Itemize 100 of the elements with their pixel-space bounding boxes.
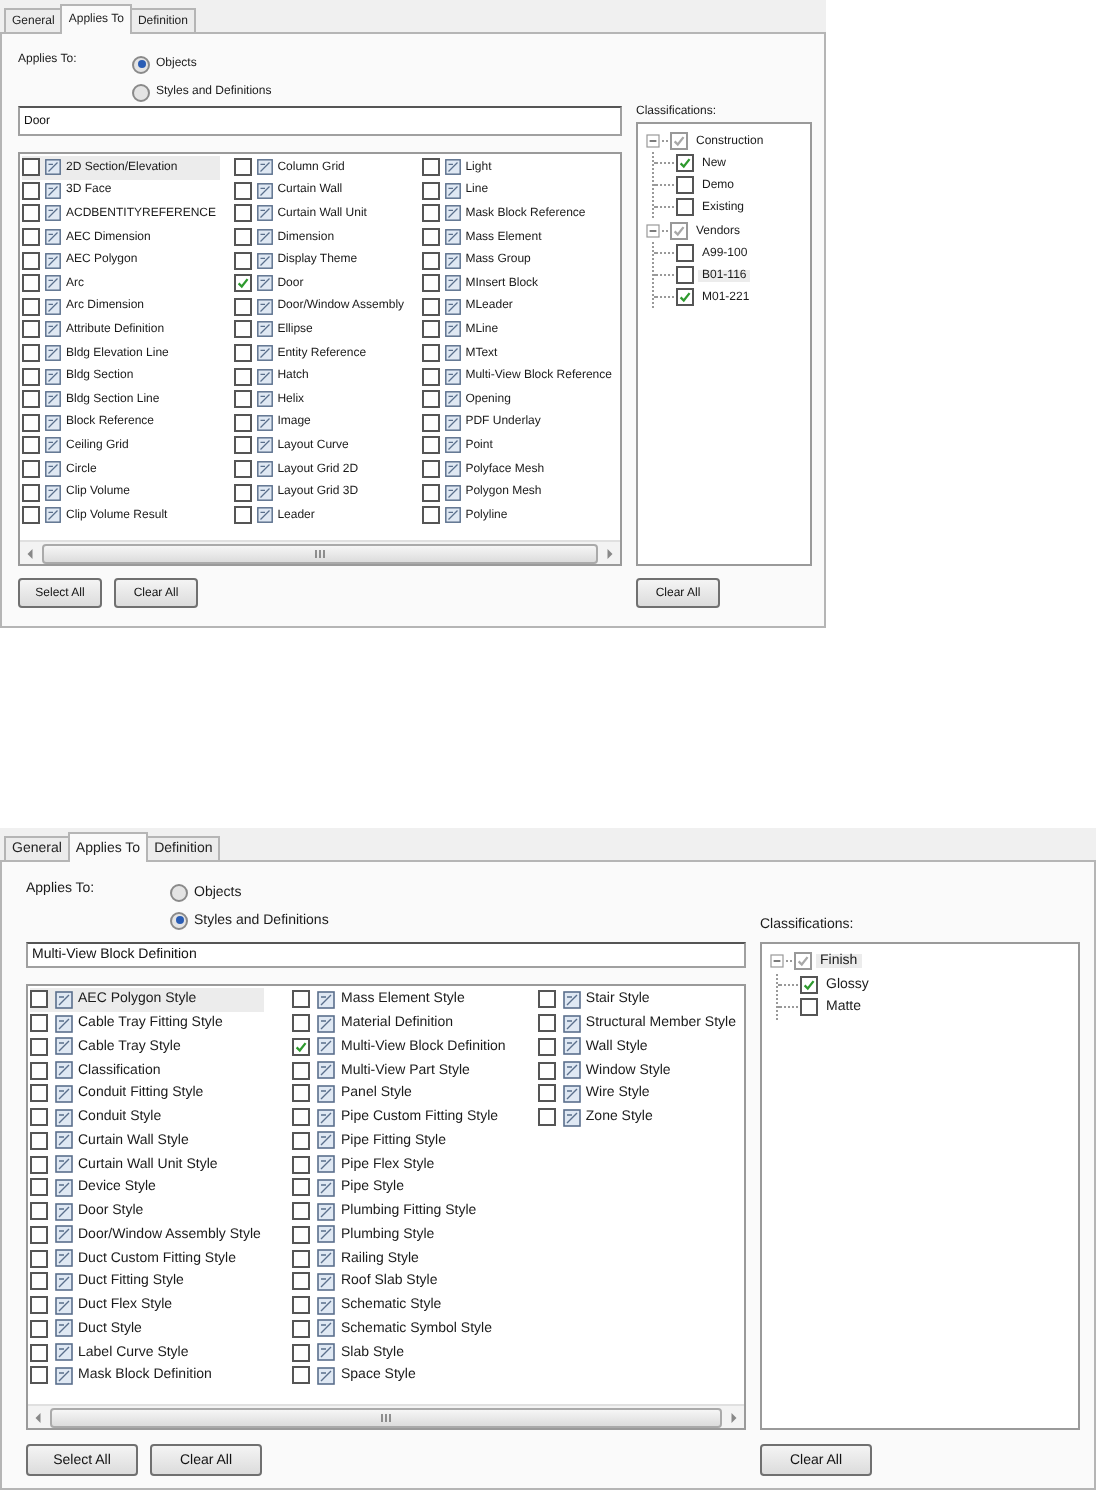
checkbox[interactable] xyxy=(30,990,48,1009)
checkbox[interactable] xyxy=(676,288,694,306)
checkbox[interactable] xyxy=(30,1014,48,1033)
checkbox[interactable] xyxy=(233,297,252,316)
checkbox[interactable] xyxy=(233,413,252,432)
checkbox[interactable] xyxy=(30,1343,48,1362)
radio-button[interactable] xyxy=(132,83,150,101)
checkbox[interactable] xyxy=(537,1108,556,1127)
checkbox[interactable] xyxy=(30,1249,48,1268)
checkbox[interactable] xyxy=(421,228,440,247)
checkbox[interactable] xyxy=(30,1296,48,1315)
checkbox[interactable] xyxy=(30,1061,48,1080)
checkbox[interactable] xyxy=(421,158,440,177)
checkbox[interactable] xyxy=(421,251,440,270)
checkbox[interactable] xyxy=(421,320,440,339)
checkbox[interactable] xyxy=(421,460,440,479)
checkbox[interactable] xyxy=(233,367,252,386)
checkbox[interactable] xyxy=(30,1131,48,1150)
checkbox[interactable] xyxy=(22,274,40,293)
checkbox[interactable] xyxy=(421,436,440,455)
checkbox[interactable] xyxy=(292,1202,311,1221)
checkbox[interactable] xyxy=(30,1272,48,1291)
checkbox[interactable] xyxy=(670,132,688,150)
checkbox[interactable] xyxy=(22,413,40,432)
checkbox[interactable] xyxy=(233,436,252,455)
checkbox[interactable] xyxy=(292,1343,311,1362)
checkbox[interactable] xyxy=(421,344,440,363)
checkbox[interactable] xyxy=(233,320,252,339)
checkbox[interactable] xyxy=(292,1296,311,1315)
checkbox[interactable] xyxy=(22,204,40,223)
checkbox[interactable] xyxy=(22,320,40,339)
checkbox[interactable] xyxy=(30,1319,48,1338)
checkbox[interactable] xyxy=(676,266,694,284)
checkbox[interactable] xyxy=(537,990,556,1009)
checkbox[interactable] xyxy=(233,483,252,502)
checkbox[interactable] xyxy=(670,222,688,240)
checkbox[interactable] xyxy=(30,1178,48,1197)
checkbox[interactable] xyxy=(22,436,40,455)
checkbox[interactable] xyxy=(233,204,252,223)
checkbox[interactable] xyxy=(421,297,440,316)
checkbox[interactable] xyxy=(233,274,252,293)
checkbox[interactable] xyxy=(676,198,694,216)
checkbox[interactable] xyxy=(22,367,40,386)
checkbox[interactable] xyxy=(22,158,40,177)
horizontal-scrollbar[interactable] xyxy=(28,1404,744,1428)
checkbox[interactable] xyxy=(22,181,40,200)
horizontal-scrollbar[interactable] xyxy=(20,540,620,564)
radio-button[interactable] xyxy=(132,55,150,73)
checkbox[interactable] xyxy=(676,176,694,194)
checkbox[interactable] xyxy=(800,975,818,994)
checkbox[interactable] xyxy=(421,483,440,502)
checkbox[interactable] xyxy=(292,1178,311,1197)
checkbox[interactable] xyxy=(22,344,40,363)
collapse-icon[interactable] xyxy=(646,134,660,148)
checkbox[interactable] xyxy=(233,460,252,479)
checkbox[interactable] xyxy=(292,1155,311,1174)
checkbox[interactable] xyxy=(30,1084,48,1103)
checkbox[interactable] xyxy=(537,1037,556,1056)
collapse-icon[interactable] xyxy=(646,224,660,238)
checkbox[interactable] xyxy=(233,228,252,247)
checkbox[interactable] xyxy=(421,204,440,223)
checkbox[interactable] xyxy=(30,1202,48,1221)
checkbox[interactable] xyxy=(421,367,440,386)
radio-button[interactable] xyxy=(170,883,188,901)
checkbox[interactable] xyxy=(292,1014,311,1033)
checkbox[interactable] xyxy=(421,181,440,200)
checkbox[interactable] xyxy=(292,1225,311,1244)
checkbox[interactable] xyxy=(676,154,694,172)
checkbox[interactable] xyxy=(233,181,252,200)
checkbox[interactable] xyxy=(676,244,694,262)
checkbox[interactable] xyxy=(233,158,252,177)
checkbox[interactable] xyxy=(800,998,818,1017)
checkbox[interactable] xyxy=(30,1155,48,1174)
checkbox[interactable] xyxy=(537,1084,556,1103)
checkbox[interactable] xyxy=(537,1061,556,1080)
checkbox[interactable] xyxy=(421,390,440,409)
checkbox[interactable] xyxy=(233,251,252,270)
checkbox[interactable] xyxy=(292,1131,311,1150)
checkbox[interactable] xyxy=(22,228,40,247)
checkbox[interactable] xyxy=(292,1084,311,1103)
checkbox[interactable] xyxy=(233,344,252,363)
checkbox[interactable] xyxy=(30,1108,48,1127)
radio-button[interactable] xyxy=(170,911,188,929)
checkbox[interactable] xyxy=(233,390,252,409)
checkbox[interactable] xyxy=(30,1037,48,1056)
checkbox[interactable] xyxy=(292,1037,311,1056)
checkbox[interactable] xyxy=(537,1014,556,1033)
collapse-icon[interactable] xyxy=(770,954,784,969)
checkbox[interactable] xyxy=(22,251,40,270)
checkbox[interactable] xyxy=(22,390,40,409)
checkbox[interactable] xyxy=(292,1319,311,1338)
checkbox[interactable] xyxy=(421,274,440,293)
checkbox[interactable] xyxy=(292,1061,311,1080)
checkbox[interactable] xyxy=(22,297,40,316)
checkbox[interactable] xyxy=(30,1366,48,1385)
checkbox[interactable] xyxy=(292,1366,311,1385)
checkbox[interactable] xyxy=(22,483,40,502)
checkbox[interactable] xyxy=(22,506,40,525)
checkbox[interactable] xyxy=(421,413,440,432)
checkbox[interactable] xyxy=(292,1108,311,1127)
